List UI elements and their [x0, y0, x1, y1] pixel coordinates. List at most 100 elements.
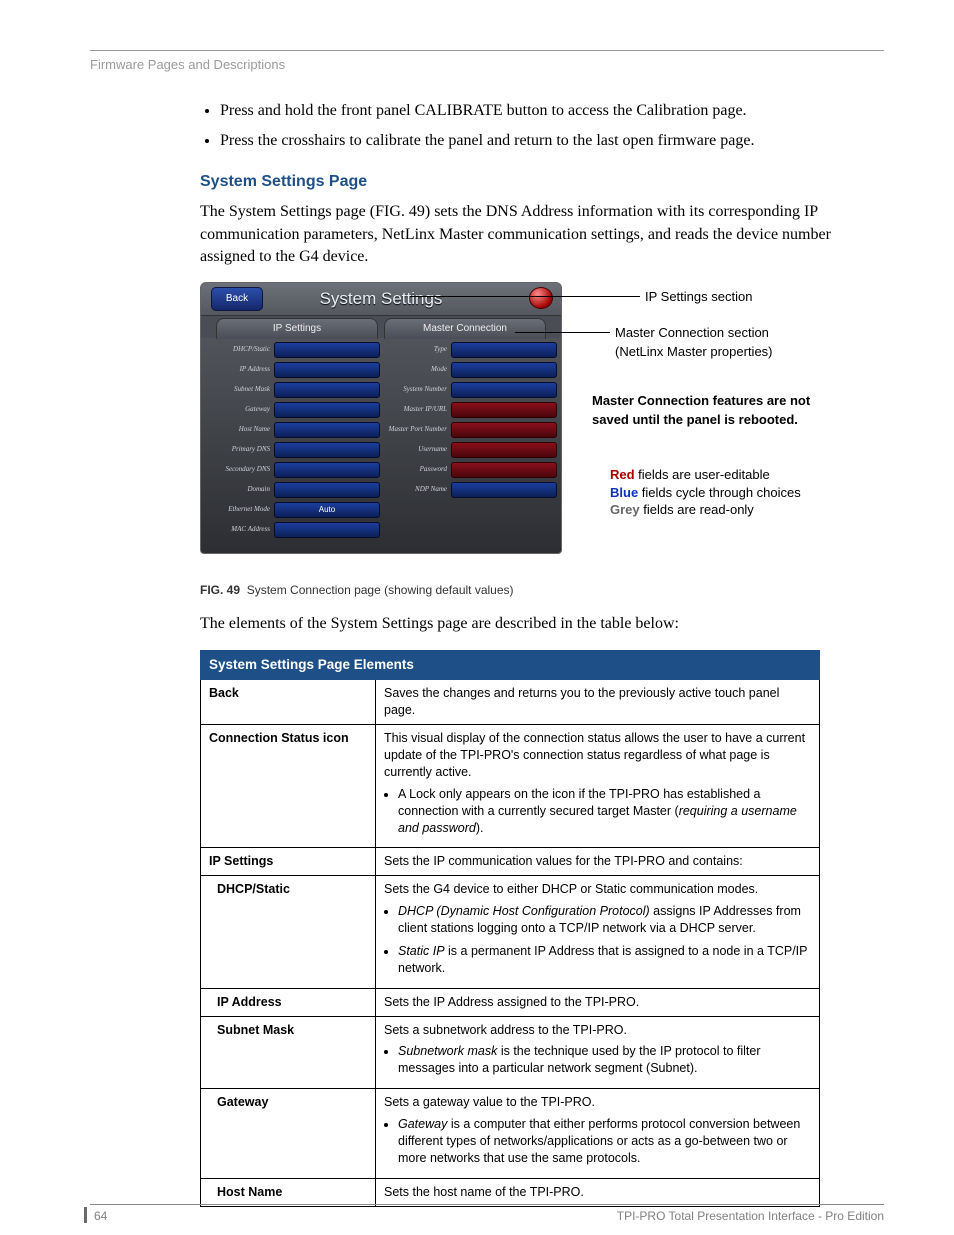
- field-input[interactable]: [451, 382, 557, 398]
- field-input[interactable]: [451, 442, 557, 458]
- field-input[interactable]: [451, 402, 557, 418]
- table-row: IP SettingsSets the IP communication val…: [201, 848, 820, 876]
- ip-row: Domain: [205, 481, 380, 499]
- sub-item: DHCP (Dynamic Host Configuration Protoco…: [398, 903, 811, 937]
- table-key: Gateway: [201, 1089, 376, 1179]
- table-value: Sets the IP communication values for the…: [376, 848, 820, 876]
- footer-text: TPI-PRO Total Presentation Interface - P…: [617, 1209, 884, 1223]
- field-label: Type: [382, 345, 451, 355]
- field-input[interactable]: [274, 342, 380, 358]
- field-label: Master IP/URL: [382, 405, 451, 415]
- ip-settings-column: DHCP/Static IP Address Subnet Mask Gateway H…: [205, 341, 380, 541]
- table-row: GatewaySets a gateway value to the TPI-P…: [201, 1089, 820, 1179]
- sub-list: Subnetwork mask is the technique used by…: [384, 1043, 811, 1077]
- field-input[interactable]: [451, 422, 557, 438]
- mc-row: Mode: [382, 361, 557, 379]
- sub-item: A Lock only appears on the icon if the T…: [398, 786, 811, 837]
- table-key: DHCP/Static: [201, 876, 376, 988]
- field-label: Gateway: [205, 405, 274, 415]
- field-label: Domain: [205, 485, 274, 495]
- mc-row: Master IP/URL: [382, 401, 557, 419]
- callout-reboot-note: Master Connection features are not saved…: [592, 392, 822, 428]
- sub-item: Static IP is a permanent IP Address that…: [398, 943, 811, 977]
- table-row: Subnet MaskSets a subnetwork address to …: [201, 1016, 820, 1089]
- table-value: Saves the changes and returns you to the…: [376, 680, 820, 725]
- figure-wrapper: Back System Settings IP Settings Master …: [200, 282, 884, 572]
- field-label: Mode: [382, 365, 451, 375]
- table-row: DHCP/StaticSets the G4 device to either …: [201, 876, 820, 988]
- field-input[interactable]: [274, 362, 380, 378]
- mc-row: Master Port Number: [382, 421, 557, 439]
- field-input[interactable]: [274, 422, 380, 438]
- field-input[interactable]: [274, 522, 380, 538]
- section-heading: System Settings Page: [200, 171, 884, 193]
- sub-list: DHCP (Dynamic Host Configuration Protoco…: [384, 903, 811, 977]
- ip-row: Secondary DNS: [205, 461, 380, 479]
- field-label: Primary DNS: [205, 445, 274, 455]
- mc-row: System Number: [382, 381, 557, 399]
- tab-ip-settings[interactable]: IP Settings: [216, 318, 378, 339]
- elements-table: System Settings Page Elements BackSaves …: [200, 650, 820, 1207]
- field-label: Master Port Number: [382, 425, 451, 435]
- sub-list: A Lock only appears on the icon if the T…: [384, 786, 811, 837]
- sub-item: Gateway is a computer that either perfor…: [398, 1116, 811, 1167]
- field-label: DHCP/Static: [205, 345, 274, 355]
- table-value: Sets the G4 device to either DHCP or Sta…: [376, 876, 820, 988]
- ip-row: MAC Address: [205, 521, 380, 539]
- bullet-list: Press and hold the front panel CALIBRATE…: [90, 100, 884, 153]
- table-key: Subnet Mask: [201, 1016, 376, 1089]
- field-label: IP Address: [205, 365, 274, 375]
- field-input[interactable]: [451, 362, 557, 378]
- table-row: IP AddressSets the IP Address assigned t…: [201, 988, 820, 1016]
- field-label: NDP Name: [382, 485, 451, 495]
- callout-color-legend: Red fields are user-editable Blue fields…: [610, 466, 801, 519]
- ip-row: Ethernet ModeAuto: [205, 501, 380, 519]
- field-input[interactable]: [274, 462, 380, 478]
- mc-row: Username: [382, 441, 557, 459]
- table-row: BackSaves the changes and returns you to…: [201, 680, 820, 725]
- mc-row: Password: [382, 461, 557, 479]
- field-input[interactable]: [451, 482, 557, 498]
- table-key: IP Address: [201, 988, 376, 1016]
- table-key: IP Settings: [201, 848, 376, 876]
- field-input[interactable]: [274, 482, 380, 498]
- system-settings-panel: Back System Settings IP Settings Master …: [200, 282, 562, 554]
- page-number: 64: [94, 1209, 107, 1223]
- field-input[interactable]: Auto: [274, 502, 380, 518]
- ip-row: Primary DNS: [205, 441, 380, 459]
- ip-row: IP Address: [205, 361, 380, 379]
- page: Firmware Pages and Descriptions Press an…: [0, 0, 954, 1235]
- table-header: System Settings Page Elements: [201, 650, 820, 680]
- field-input[interactable]: [274, 382, 380, 398]
- back-button[interactable]: Back: [211, 287, 263, 311]
- master-connection-column: Type Mode System Number Master IP/URL Master…: [382, 341, 557, 501]
- field-label: Ethernet Mode: [205, 505, 274, 515]
- ip-row: Subnet Mask: [205, 381, 380, 399]
- field-label: Subnet Mask: [205, 385, 274, 395]
- table-row: Connection Status iconThis visual displa…: [201, 725, 820, 848]
- figure-caption: FIG. 49 System Connection page (showing …: [200, 582, 884, 599]
- intro-paragraph: The System Settings page (FIG. 49) sets …: [200, 201, 884, 268]
- table-value: Sets the host name of the TPI-PRO.: [376, 1178, 820, 1206]
- table-row: Host NameSets the host name of the TPI-P…: [201, 1178, 820, 1206]
- field-input[interactable]: [274, 402, 380, 418]
- header-rule: [90, 50, 884, 51]
- field-input[interactable]: [451, 342, 557, 358]
- callout-master-connection: Master Connection section (NetLinx Maste…: [615, 324, 773, 360]
- table-value: Sets the IP Address assigned to the TPI-…: [376, 988, 820, 1016]
- field-label: Username: [382, 445, 451, 455]
- table-value: Sets a subnetwork address to the TPI-PRO…: [376, 1016, 820, 1089]
- field-label: Password: [382, 465, 451, 475]
- sub-list: Gateway is a computer that either perfor…: [384, 1116, 811, 1167]
- tab-master-connection[interactable]: Master Connection: [384, 318, 546, 339]
- field-input[interactable]: [274, 442, 380, 458]
- field-label: Secondary DNS: [205, 465, 274, 475]
- mc-row: NDP Name: [382, 481, 557, 499]
- field-label: Host Name: [205, 425, 274, 435]
- field-input[interactable]: [451, 462, 557, 478]
- callout-ip-settings: IP Settings section: [645, 288, 752, 306]
- panel-tabs: IP Settings Master Connection: [201, 316, 561, 338]
- table-key: Host Name: [201, 1178, 376, 1206]
- post-figure-paragraph: The elements of the System Settings page…: [200, 613, 884, 635]
- mc-row: Type: [382, 341, 557, 359]
